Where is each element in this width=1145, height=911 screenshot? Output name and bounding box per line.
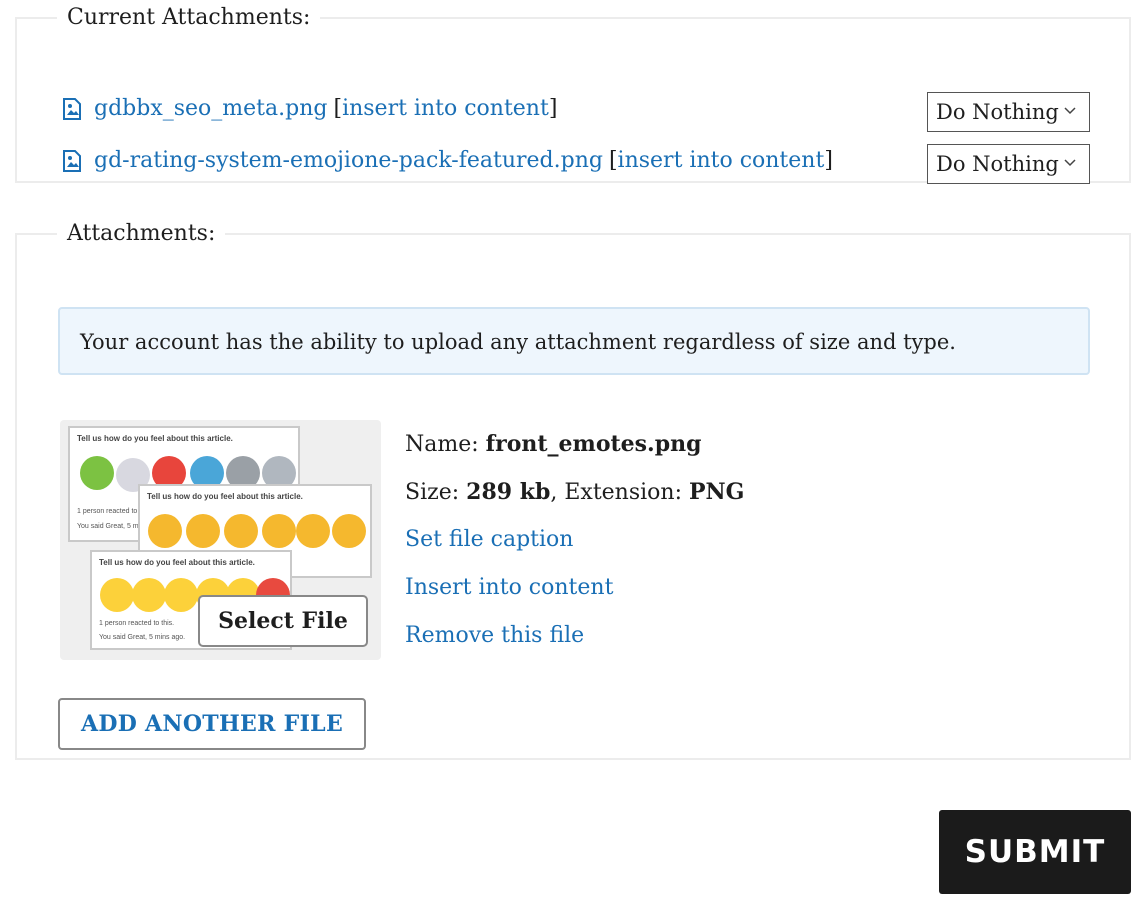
image-file-icon bbox=[63, 149, 81, 172]
smile-emoji bbox=[100, 578, 134, 612]
bracket-close: ] bbox=[824, 148, 833, 173]
submit-button[interactable]: SUBMIT bbox=[939, 810, 1131, 894]
attachments-fieldset: Attachments: Your account has the abilit… bbox=[15, 221, 1131, 760]
cat-emoji bbox=[186, 514, 220, 548]
file-extension-label: Extension: bbox=[564, 480, 683, 505]
thumb-reacted-text: 1 person reacted to this. bbox=[99, 620, 175, 627]
bracket-open: [ bbox=[608, 148, 618, 173]
insert-into-content-link[interactable]: Insert into content bbox=[405, 575, 613, 600]
file-size-line: Size: 289 kb, Extension: PNG bbox=[405, 479, 745, 505]
select-value: Do Nothing bbox=[936, 152, 1059, 176]
bracket-close: ] bbox=[548, 96, 558, 121]
cat-angry-emoji bbox=[332, 514, 366, 548]
select-file-button[interactable]: Select File bbox=[198, 595, 368, 647]
add-another-file-button[interactable]: ADD ANOTHER FILE bbox=[58, 698, 366, 750]
cat-crying-emoji bbox=[296, 514, 330, 548]
attachment-file-link[interactable]: gdbbx_seo_meta.png bbox=[94, 96, 327, 121]
attachment-action-select[interactable]: Do Nothing bbox=[927, 92, 1090, 132]
attachments-legend: Attachments: bbox=[67, 221, 216, 246]
attachment-row: gdbbx_seo_meta.png [ insert into content… bbox=[61, 96, 557, 121]
current-attachments-fieldset: Current Attachments: gdbbx_seo_meta.png … bbox=[15, 5, 1131, 184]
insert-into-content-link[interactable]: insert into content bbox=[342, 96, 549, 121]
cat-emoji bbox=[148, 514, 182, 548]
attachment-row: gd-rating-system-emojione-pack-featured.… bbox=[61, 148, 833, 173]
thumb-you-said-text: You said Great, 5 mins ago. bbox=[99, 634, 186, 641]
attachment-file-link[interactable]: gd-rating-system-emojione-pack-featured.… bbox=[94, 148, 603, 173]
file-size-value: 289 kb bbox=[466, 479, 551, 505]
laugh-emoji bbox=[132, 578, 166, 612]
cat-emoji bbox=[262, 514, 296, 548]
image-file-icon bbox=[63, 97, 81, 120]
upload-notice: Your account has the ability to upload a… bbox=[58, 307, 1090, 375]
file-name-value: front_emotes.png bbox=[485, 431, 702, 457]
thumb-card-title: Tell us how do you feel about this artic… bbox=[99, 558, 255, 567]
attachment-action-select[interactable]: Do Nothing bbox=[927, 144, 1090, 184]
bracket-open: [ bbox=[333, 96, 343, 121]
thumb-card-title: Tell us how do you feel about this artic… bbox=[147, 492, 303, 501]
chevron-down-icon bbox=[1064, 107, 1076, 115]
remove-file-link[interactable]: Remove this file bbox=[405, 623, 584, 648]
cat-heart-eyes-emoji bbox=[224, 514, 258, 548]
file-extension-value: PNG bbox=[689, 479, 745, 505]
insert-into-content-link[interactable]: insert into content bbox=[618, 148, 825, 173]
heart-eyes-emoji bbox=[164, 578, 198, 612]
frog-emoji bbox=[80, 456, 114, 490]
chevron-down-icon bbox=[1064, 159, 1076, 167]
file-name-label: Name: bbox=[405, 432, 479, 457]
file-thumbnail: Tell us how do you feel about this artic… bbox=[60, 420, 381, 660]
select-value: Do Nothing bbox=[936, 100, 1059, 124]
file-name-line: Name: front_emotes.png bbox=[405, 431, 701, 457]
thumb-card-title: Tell us how do you feel about this artic… bbox=[77, 434, 233, 443]
file-size-label: Size: bbox=[405, 480, 460, 505]
set-file-caption-link[interactable]: Set file caption bbox=[405, 527, 573, 552]
current-attachments-legend: Current Attachments: bbox=[67, 5, 311, 30]
